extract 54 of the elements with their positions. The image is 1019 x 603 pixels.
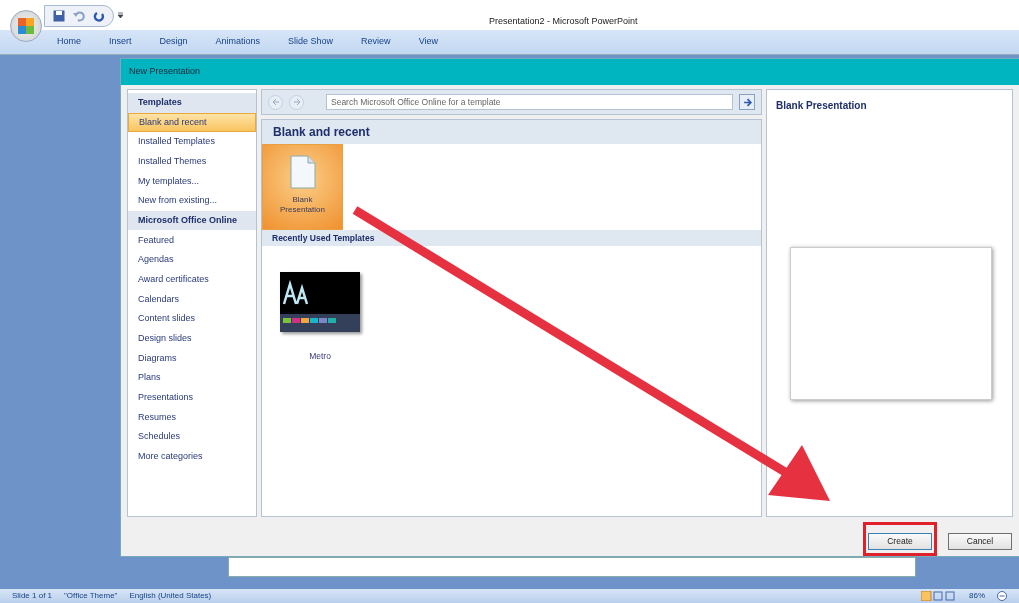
template-label: Metro: [309, 350, 331, 363]
category-item[interactable]: Award certificates: [128, 269, 256, 290]
category-item[interactable]: More categories: [128, 447, 256, 467]
category-item[interactable]: Diagrams: [128, 348, 256, 369]
create-button[interactable]: Create: [868, 532, 932, 550]
cancel-button[interactable]: Cancel: [948, 532, 1012, 550]
left-arrow-icon: [271, 98, 280, 106]
dialog-title: New Presentation: [129, 65, 201, 79]
window-title: Presentation2 - Microsoft PowerPoint: [489, 15, 638, 28]
blank-page-icon: [289, 155, 316, 189]
ribbon-tab[interactable]: Design: [159, 35, 188, 49]
status-text: English (United States): [129, 590, 212, 602]
ribbon-tab[interactable]: Animations: [215, 35, 261, 49]
search-go-button[interactable]: [739, 94, 755, 110]
right-arrow-icon: [292, 98, 301, 106]
status-text: "Office Theme": [64, 590, 118, 602]
category-item[interactable]: Schedules: [128, 427, 256, 447]
category-item[interactable]: Presentations: [128, 387, 256, 408]
category-item[interactable]: Agendas: [128, 250, 256, 270]
section-subtitle: Recently Used Templates: [262, 230, 761, 246]
category-item[interactable]: My templates...: [128, 171, 256, 192]
redo-icon[interactable]: [93, 10, 105, 22]
category-item[interactable]: Resumes: [128, 407, 256, 428]
section-title: Blank and recent: [262, 120, 761, 144]
search-field[interactable]: Search Microsoft Office Online for a template: [326, 94, 733, 110]
category-heading: Microsoft Office Online: [128, 210, 256, 231]
ribbon-tab[interactable]: Slide Show: [288, 35, 334, 49]
category-item[interactable]: Content slides: [128, 309, 256, 329]
template-label: Blank Presentation: [279, 195, 326, 215]
save-icon[interactable]: [53, 10, 65, 22]
zoom-level: 86%: [969, 590, 985, 602]
template-tile[interactable]: Blank Presentation: [262, 144, 343, 230]
office-logo-icon: [17, 17, 35, 35]
right-arrow-icon: [742, 97, 752, 107]
status-text: Slide 1 of 1: [12, 590, 53, 602]
category-item[interactable]: Featured: [128, 230, 256, 251]
view-buttons-icon[interactable]: [921, 591, 957, 601]
category-item[interactable]: Blank and recent: [128, 112, 256, 133]
template-tile[interactable]: Metro: [278, 272, 362, 363]
zoom-out-icon[interactable]: [997, 591, 1007, 601]
customize-arrow-icon[interactable]: [118, 11, 123, 19]
category-item[interactable]: Design slides: [128, 328, 256, 349]
category-item[interactable]: Plans: [128, 368, 256, 388]
category-item[interactable]: Installed Templates: [128, 132, 256, 152]
preview-title: Blank Presentation: [775, 99, 868, 113]
ribbon-tab[interactable]: View: [418, 35, 438, 49]
office-button[interactable]: [10, 10, 42, 42]
category-item[interactable]: Calendars: [128, 289, 256, 310]
ribbon-tab[interactable]: Home: [57, 35, 81, 49]
category-item[interactable]: Installed Themes: [128, 151, 256, 172]
ribbon-tab[interactable]: Review: [361, 35, 391, 49]
category-item[interactable]: New from existing...: [128, 191, 256, 211]
ribbon-tab[interactable]: Insert: [109, 35, 132, 49]
category-heading: Templates: [128, 93, 256, 113]
